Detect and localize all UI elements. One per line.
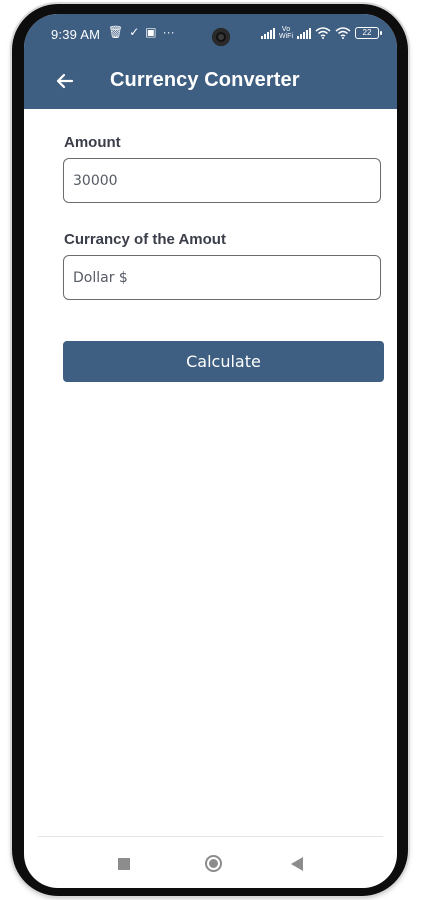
trash-icon: 🗑 bbox=[108, 25, 124, 39]
system-nav-bar bbox=[24, 840, 397, 888]
vowifi-top-label: Vo bbox=[281, 26, 291, 33]
status-bar: 9:39 AM 🗑 ✓ ▣ ··· Vo WiFi 22 bbox=[24, 14, 397, 54]
front-camera bbox=[212, 28, 230, 46]
app-bar: Currency Converter bbox=[24, 60, 397, 106]
currency-label: Currancy of the Amout bbox=[64, 231, 226, 248]
amount-label: Amount bbox=[64, 134, 121, 151]
calculate-button[interactable]: Calculate bbox=[63, 341, 384, 382]
signal-icon bbox=[261, 27, 275, 39]
amount-input[interactable] bbox=[64, 159, 380, 202]
back-icon[interactable] bbox=[291, 857, 303, 871]
status-time: 9:39 AM bbox=[51, 27, 101, 42]
top-bar: 9:39 AM 🗑 ✓ ▣ ··· Vo WiFi 22 Currency Co… bbox=[24, 14, 397, 109]
vowifi-bottom-label: WiFi bbox=[279, 33, 293, 40]
app-screen: 9:39 AM 🗑 ✓ ▣ ··· Vo WiFi 22 Currency Co… bbox=[24, 14, 397, 888]
nav-divider bbox=[38, 836, 383, 837]
page-title: Currency Converter bbox=[110, 69, 300, 91]
battery-icon: 22 bbox=[355, 27, 382, 39]
back-button[interactable] bbox=[52, 68, 78, 94]
phone-frame: 9:39 AM 🗑 ✓ ▣ ··· Vo WiFi 22 Currency Co… bbox=[12, 4, 408, 896]
status-system-icons: Vo WiFi 22 bbox=[261, 26, 382, 40]
more-dots-icon: ··· bbox=[162, 25, 175, 39]
arrow-left-icon bbox=[56, 73, 74, 89]
status-notification-icons: 🗑 ✓ ▣ ··· bbox=[108, 25, 175, 39]
download-check-icon: ✓ bbox=[129, 25, 140, 39]
home-icon[interactable] bbox=[205, 855, 222, 872]
recent-apps-icon[interactable] bbox=[118, 858, 130, 870]
wifi-icon-2 bbox=[335, 27, 351, 39]
currency-field bbox=[63, 255, 381, 300]
signal-icon-2 bbox=[297, 27, 311, 39]
currency-input[interactable] bbox=[64, 256, 380, 299]
amount-field bbox=[63, 158, 381, 203]
wifi-icon bbox=[315, 27, 331, 39]
vowifi-icon: Vo WiFi bbox=[279, 26, 293, 40]
photo-icon: ▣ bbox=[145, 25, 157, 39]
